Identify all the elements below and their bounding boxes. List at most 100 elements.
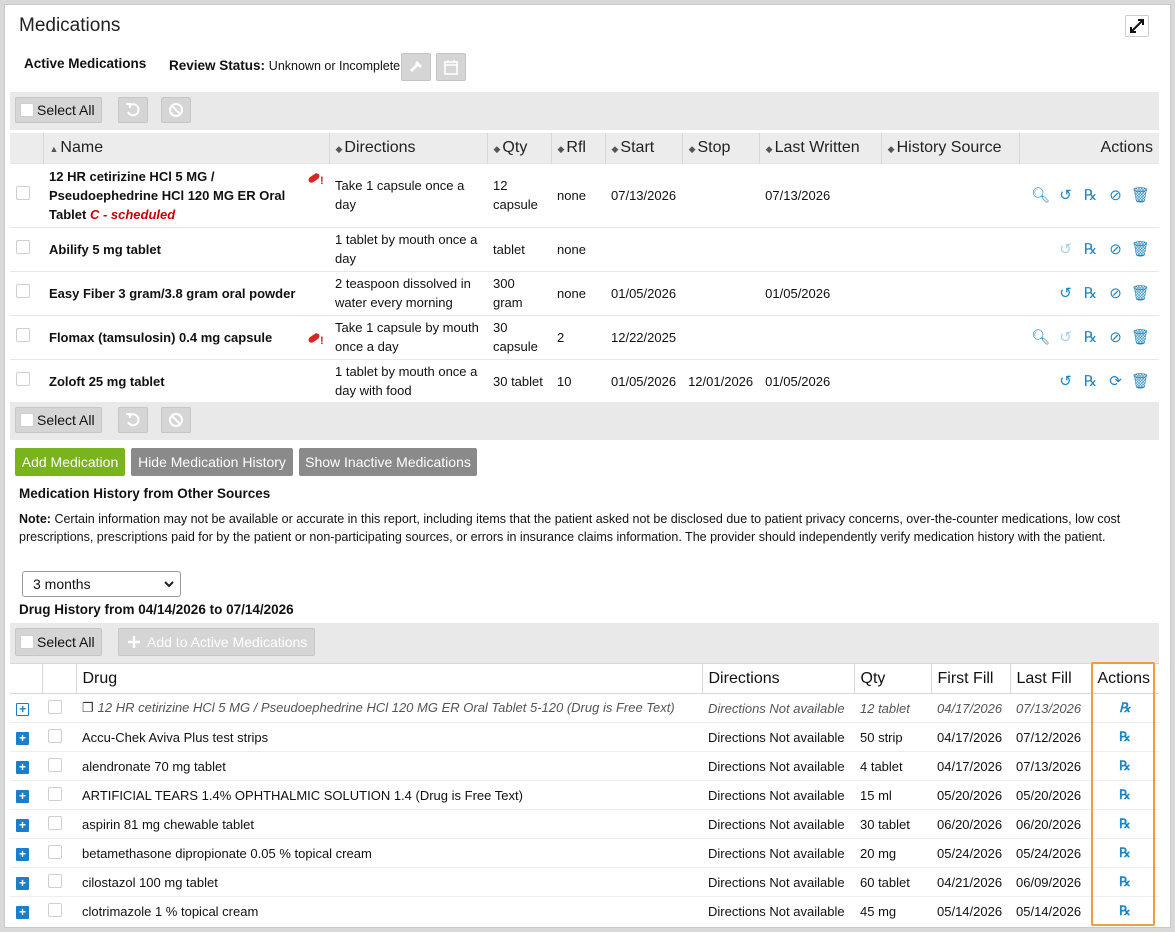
stop-col-header[interactable]: ◆ Stop [682, 133, 760, 163]
expand-row-icon[interactable]: + [16, 818, 29, 832]
add-to-active-medications-button[interactable]: Add to Active Medications [118, 628, 315, 656]
rfl-col-header[interactable]: ◆ Rfl [551, 133, 606, 163]
drug-last-fill: 06/09/2026 [1010, 867, 1091, 897]
discontinue-icon[interactable]: ⊘ [1103, 240, 1128, 259]
med-directions: Take 1 capsule by mouth once a day [329, 314, 487, 359]
med-stop [682, 270, 760, 315]
history-source-col-header[interactable]: ◆ History Source [881, 133, 1020, 163]
med-name[interactable]: Abilify 5 mg tablet [49, 242, 161, 257]
trash-icon[interactable]: 🗑︎ [1128, 240, 1153, 259]
trash-icon[interactable]: 🗑︎ [1128, 372, 1153, 391]
name-col-header[interactable]: ▲ Name [43, 133, 330, 163]
rx-icon[interactable]: ℞ [1078, 328, 1103, 347]
rx-icon[interactable]: ℞ [1119, 700, 1131, 715]
add-medication-button[interactable]: Add Medication [15, 448, 125, 476]
rx-icon[interactable]: ℞ [1119, 729, 1131, 744]
rx-icon[interactable]: ℞ [1119, 787, 1131, 802]
undo-icon[interactable]: ↺ [1053, 186, 1078, 205]
expand-row-icon[interactable]: + [16, 702, 29, 716]
rx-icon[interactable]: ℞ [1078, 186, 1103, 205]
block-icon [169, 413, 183, 427]
drug-history-title: Drug History from 04/14/2026 to 07/14/20… [19, 602, 294, 617]
review-calendar-button[interactable] [436, 53, 466, 81]
qty-col-header: Qty [854, 663, 932, 694]
undo-button[interactable] [118, 407, 148, 433]
med-history-source [881, 314, 1020, 359]
row-checkbox[interactable] [48, 757, 62, 772]
expand-row-icon[interactable]: + [16, 789, 29, 803]
expand-row-icon[interactable]: + [16, 847, 29, 861]
drug-last-fill: 06/20/2026 [1010, 809, 1091, 839]
med-name[interactable]: Easy Fiber 3 gram/3.8 gram oral powder [49, 286, 295, 301]
controlled-pill-icon: ! [308, 332, 324, 346]
drug-name: alendronate 70 mg tablet [82, 758, 226, 774]
undo-icon[interactable]: ↺ [1053, 372, 1078, 391]
discontinue-button[interactable] [161, 407, 191, 433]
select-all-button[interactable]: Select All [15, 407, 102, 433]
med-start: 01/05/2026 [605, 270, 683, 315]
row-checkbox[interactable] [48, 815, 62, 830]
search-icon[interactable]: 🔍︎ [1028, 328, 1053, 347]
qty-col-header[interactable]: ◆ Qty [487, 133, 552, 163]
med-start: 12/22/2025 [605, 314, 683, 359]
med-name[interactable]: Zoloft 25 mg tablet [49, 374, 165, 389]
row-checkbox[interactable] [16, 283, 30, 298]
row-checkbox[interactable] [48, 873, 62, 888]
select-all-checkbox[interactable] [20, 635, 34, 649]
select-all-checkbox[interactable] [20, 413, 34, 427]
last-written-col-header[interactable]: ◆ Last Written [759, 133, 882, 163]
rx-icon[interactable]: ℞ [1078, 372, 1103, 391]
review-edit-button[interactable] [401, 53, 431, 81]
drug-last-fill: 05/24/2026 [1010, 838, 1091, 868]
calendar-icon [444, 60, 458, 75]
drug-name: Accu-Chek Aviva Plus test strips [82, 729, 269, 745]
expand-row-icon[interactable]: + [16, 876, 29, 890]
row-checkbox[interactable] [16, 371, 30, 386]
show-inactive-medications-button[interactable]: Show Inactive Medications [299, 448, 477, 476]
trash-icon[interactable]: 🗑︎ [1128, 328, 1153, 347]
history-period-select[interactable]: 3 months [22, 571, 181, 597]
row-checkbox[interactable] [48, 844, 62, 859]
active-medications-tab[interactable]: Active Medications [24, 56, 146, 71]
expand-button[interactable] [1125, 15, 1149, 37]
rx-icon[interactable]: ℞ [1078, 284, 1103, 303]
select-all-button[interactable]: Select All [15, 97, 102, 123]
discontinue-icon[interactable]: ⊘ [1103, 328, 1128, 347]
row-checkbox[interactable] [48, 902, 62, 917]
hide-medication-history-button[interactable]: Hide Medication History [131, 448, 293, 476]
rx-icon[interactable]: ℞ [1119, 758, 1131, 773]
start-col-header[interactable]: ◆ Start [605, 133, 683, 163]
trash-icon[interactable]: 🗑︎ [1128, 284, 1153, 303]
rx-icon[interactable]: ℞ [1078, 240, 1103, 259]
expand-row-icon[interactable]: + [16, 760, 29, 774]
med-rfl: none [551, 270, 605, 315]
expand-icon [1130, 19, 1144, 33]
undo-icon[interactable]: ↺ [1053, 284, 1078, 303]
expand-row-icon[interactable]: + [16, 905, 29, 919]
med-last-written [759, 226, 882, 271]
rx-icon[interactable]: ℞ [1119, 816, 1131, 831]
search-icon[interactable]: 🔍︎ [1028, 186, 1053, 205]
drug-first-fill: 06/20/2026 [931, 809, 1010, 839]
rx-icon[interactable]: ℞ [1119, 903, 1131, 918]
med-name[interactable]: Flomax (tamsulosin) 0.4 mg capsule [49, 330, 272, 345]
discontinue-icon[interactable]: ⊘ [1103, 186, 1128, 205]
undo-button[interactable] [118, 97, 148, 123]
row-checkbox[interactable] [16, 327, 30, 342]
directions-col-header[interactable]: ◆ Directions [329, 133, 488, 163]
history-select-all-button[interactable]: Select All [15, 628, 102, 656]
discontinue-icon[interactable]: ⊘ [1103, 284, 1128, 303]
rx-icon[interactable]: ℞ [1119, 874, 1131, 889]
select-all-checkbox[interactable] [20, 103, 34, 117]
row-checkbox[interactable] [48, 786, 62, 801]
row-checkbox[interactable] [16, 185, 30, 200]
row-checkbox[interactable] [48, 699, 62, 714]
trash-icon[interactable]: 🗑︎ [1128, 186, 1153, 205]
discontinue-button[interactable] [161, 97, 191, 123]
med-directions: 1 tablet by mouth once a day [329, 226, 487, 271]
rx-icon[interactable]: ℞ [1119, 845, 1131, 860]
row-checkbox[interactable] [16, 239, 30, 254]
expand-row-icon[interactable]: + [16, 731, 29, 745]
row-checkbox[interactable] [48, 728, 62, 743]
renew-icon[interactable]: ⟳ [1103, 372, 1128, 391]
